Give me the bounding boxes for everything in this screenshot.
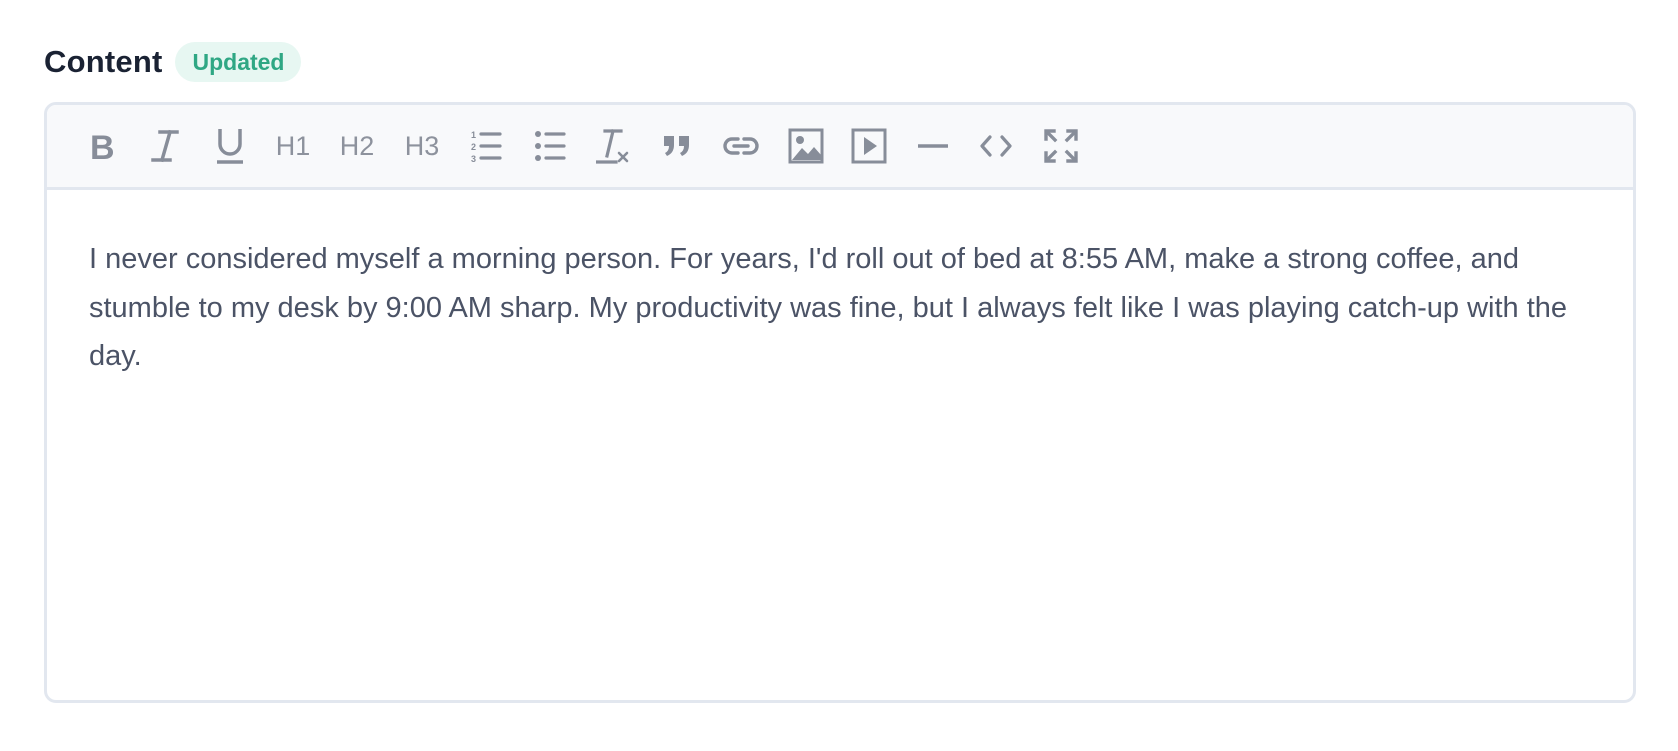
svg-text:1: 1 (471, 130, 476, 140)
bullet-list-icon (534, 129, 566, 163)
heading-2-label: H2 (339, 130, 375, 161)
bullet-list-button[interactable] (526, 122, 574, 170)
heading-3-button[interactable]: H3 (398, 122, 446, 170)
link-icon (722, 134, 760, 158)
code-button[interactable] (972, 122, 1020, 170)
clear-format-button[interactable] (589, 122, 637, 170)
italic-button[interactable] (142, 122, 190, 170)
fullscreen-icon (1044, 129, 1078, 163)
image-icon (788, 128, 824, 164)
insert-image-button[interactable] (782, 122, 830, 170)
heading-3-label: H3 (404, 130, 440, 161)
insert-video-button[interactable] (845, 122, 893, 170)
link-button[interactable] (717, 122, 765, 170)
video-icon (851, 128, 887, 164)
svg-text:3: 3 (471, 154, 476, 163)
clear-format-icon (596, 128, 630, 164)
blockquote-button[interactable] (653, 122, 701, 170)
ordered-list-button[interactable]: 1 2 3 (462, 122, 510, 170)
heading-1-label: H1 (275, 130, 311, 161)
svg-text:B: B (90, 129, 115, 163)
editor-toolbar: B H1 H2 H3 1 2 3 (47, 105, 1633, 190)
code-icon (980, 134, 1012, 158)
field-label: Content (44, 44, 163, 79)
underline-icon (215, 127, 245, 165)
heading-2-button[interactable]: H2 (333, 122, 381, 170)
status-badge: Updated (175, 42, 302, 82)
underline-button[interactable] (206, 122, 254, 170)
ordered-list-icon: 1 2 3 (470, 129, 502, 163)
quote-icon (662, 134, 692, 158)
bold-button[interactable]: B (78, 122, 126, 170)
horizontal-rule-icon (917, 141, 949, 151)
bold-icon: B (87, 129, 117, 163)
rich-text-editor: B H1 H2 H3 1 2 3 I never considered myself… (44, 102, 1636, 703)
svg-text:2: 2 (471, 142, 476, 152)
field-header: Content Updated (44, 42, 302, 82)
editor-content[interactable]: I never considered myself a morning pers… (89, 235, 1573, 381)
italic-icon (151, 129, 181, 163)
fullscreen-button[interactable] (1037, 122, 1085, 170)
heading-1-button[interactable]: H1 (269, 122, 317, 170)
horizontal-rule-button[interactable] (909, 122, 957, 170)
